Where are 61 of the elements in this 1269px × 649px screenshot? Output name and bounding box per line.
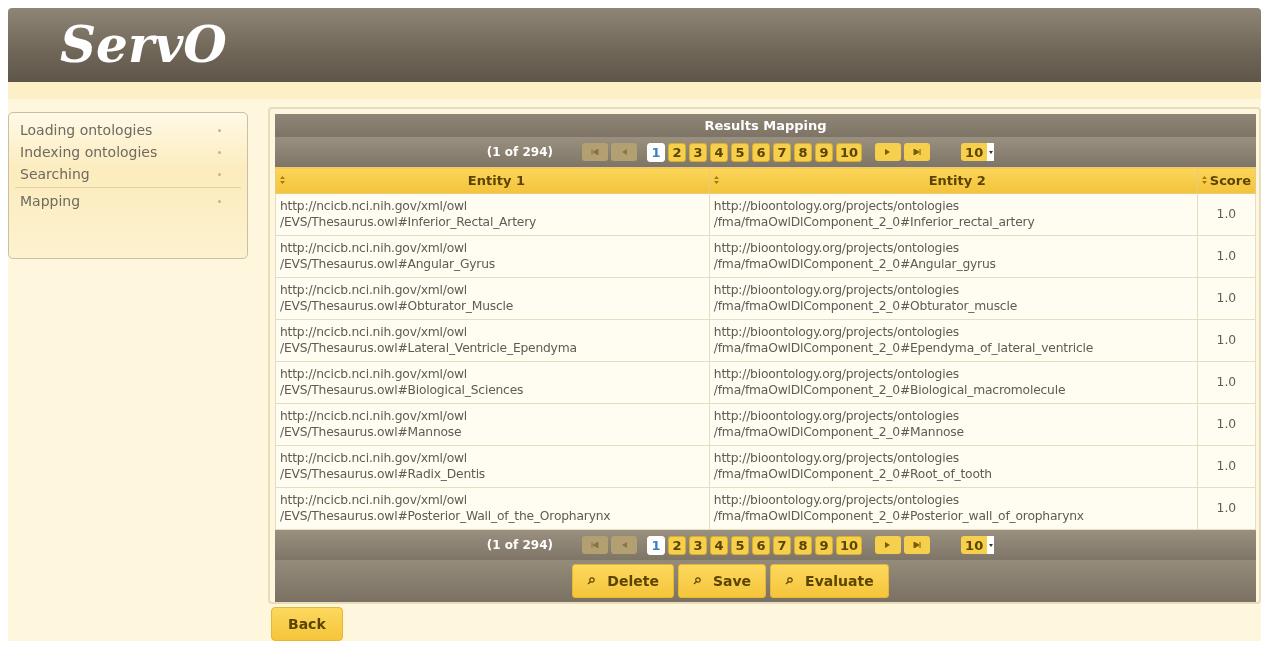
- page-button[interactable]: 10: [836, 142, 863, 162]
- action-button[interactable]: Evaluate: [770, 564, 889, 598]
- page-button[interactable]: 4: [710, 535, 728, 555]
- page-button[interactable]: 3: [689, 142, 707, 162]
- table-cell: 1.0: [1197, 277, 1256, 320]
- table-cell: http://ncicb.nci.nih.gov/xml/owl /EVS/Thesaurus.owl#Posterior_Wall_of_the_Oropharynx: [275, 487, 710, 530]
- page-button[interactable]: 9: [815, 142, 833, 162]
- table-cell: http://bioontology.org/projects/ontologies /fma/fmaOwlDlComponent_2_0#Inferior_rectal_artery: [709, 193, 1198, 236]
- page-summary: (1 of 294): [486, 538, 553, 552]
- table-cell: http://bioontology.org/projects/ontologies /fma/fmaOwlDlComponent_2_0#Posterior_wall_of_oropharynx: [709, 487, 1198, 530]
- table-cell: 1.0: [1197, 235, 1256, 278]
- page-button[interactable]: 1: [647, 142, 665, 162]
- page-button[interactable]: 6: [752, 535, 770, 555]
- column-header[interactable]: Entity 2: [709, 167, 1198, 194]
- sidebar-item[interactable]: Indexing ontologies: [15, 141, 241, 163]
- table-cell: http://ncicb.nci.nih.gov/xml/owl /EVS/Thesaurus.owl#Inferior_Rectal_Artery: [275, 193, 710, 236]
- action-button[interactable]: Delete: [572, 564, 674, 598]
- page-button[interactable]: 5: [731, 535, 749, 555]
- table-cell: 1.0: [1197, 319, 1256, 362]
- table-cell: http://bioontology.org/projects/ontologies /fma/fmaOwlDlComponent_2_0#Root_of_tooth: [709, 445, 1198, 488]
- sidebar-item[interactable]: Mapping: [15, 190, 241, 212]
- page-button[interactable]: 7: [773, 142, 791, 162]
- table-cell: 1.0: [1197, 403, 1256, 446]
- page-button[interactable]: 2: [668, 535, 686, 555]
- page-button[interactable]: 4: [710, 142, 728, 162]
- table-cell: http://bioontology.org/projects/ontologies /fma/fmaOwlDlComponent_2_0#Biological_macromolecule: [709, 361, 1198, 404]
- page-button[interactable]: 7: [773, 535, 791, 555]
- table-cell: 1.0: [1197, 487, 1256, 530]
- page-button[interactable]: 10: [836, 535, 863, 555]
- page-button[interactable]: 8: [794, 142, 812, 162]
- table-cell: http://bioontology.org/projects/ontologies /fma/fmaOwlDlComponent_2_0#Obturator_muscle: [709, 277, 1198, 320]
- column-header[interactable]: Entity 1: [275, 167, 710, 194]
- table-cell: 1.0: [1197, 445, 1256, 488]
- table-cell: http://bioontology.org/projects/ontologies /fma/fmaOwlDlComponent_2_0#Mannose: [709, 403, 1198, 446]
- logo: ServO: [60, 15, 227, 75]
- sidebar-item[interactable]: Searching: [15, 163, 241, 185]
- rows-per-page-select[interactable]: 10: [961, 143, 995, 161]
- back-button[interactable]: Back: [271, 607, 343, 641]
- table-cell: http://ncicb.nci.nih.gov/xml/owl /EVS/Thesaurus.owl#Angular_Gyrus: [275, 235, 710, 278]
- table-cell: http://ncicb.nci.nih.gov/xml/owl /EVS/Thesaurus.owl#Biological_Sciences: [275, 361, 710, 404]
- page-summary: (1 of 294): [486, 145, 553, 159]
- table-cell: http://bioontology.org/projects/ontologies /fma/fmaOwlDlComponent_2_0#Ependyma_of_lateral_ventricle: [709, 319, 1198, 362]
- page-button[interactable]: 3: [689, 535, 707, 555]
- sidebar-item[interactable]: Loading ontologies: [15, 119, 241, 141]
- table-cell: http://bioontology.org/projects/ontologies /fma/fmaOwlDlComponent_2_0#Angular_gyrus: [709, 235, 1198, 278]
- column-header[interactable]: Score: [1197, 167, 1256, 194]
- table-cell: http://ncicb.nci.nih.gov/xml/owl /EVS/Thesaurus.owl#Obturator_Muscle: [275, 277, 710, 320]
- page-button[interactable]: 2: [668, 142, 686, 162]
- table-cell: 1.0: [1197, 193, 1256, 236]
- table-cell: http://ncicb.nci.nih.gov/xml/owl /EVS/Thesaurus.owl#Lateral_Ventricle_Ependyma: [275, 319, 710, 362]
- table-cell: 1.0: [1197, 361, 1256, 404]
- page-button[interactable]: 9: [815, 535, 833, 555]
- page-button[interactable]: 1: [647, 535, 665, 555]
- page-button[interactable]: 8: [794, 535, 812, 555]
- table-cell: http://ncicb.nci.nih.gov/xml/owl /EVS/Thesaurus.owl#Mannose: [275, 403, 710, 446]
- page-button[interactable]: 6: [752, 142, 770, 162]
- table-cell: http://ncicb.nci.nih.gov/xml/owl /EVS/Thesaurus.owl#Radix_Dentis: [275, 445, 710, 488]
- panel-title: Results Mapping: [275, 114, 1256, 137]
- rows-per-page-select[interactable]: 10: [961, 536, 995, 554]
- page-button[interactable]: 5: [731, 142, 749, 162]
- action-button[interactable]: Save: [677, 564, 767, 598]
